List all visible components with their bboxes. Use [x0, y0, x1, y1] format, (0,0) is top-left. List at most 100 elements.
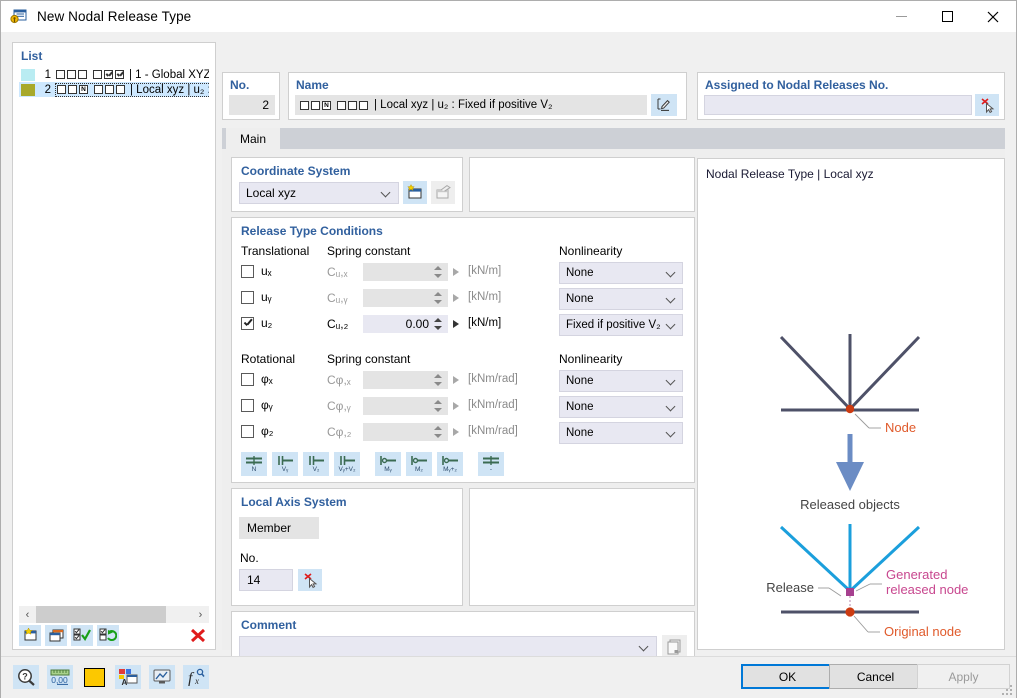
ok-button[interactable]: OK [741, 664, 834, 689]
apply-arrow-phix-icon[interactable] [453, 376, 459, 384]
resize-grip[interactable] [1002, 685, 1012, 695]
cancel-button[interactable]: Cancel [829, 664, 922, 689]
pick-in-model-button[interactable] [975, 94, 999, 116]
color-swatch [83, 667, 105, 687]
scroll-left-icon[interactable]: ‹ [19, 606, 36, 623]
list-item[interactable]: 1 | 1 - Global XYZ [19, 67, 209, 82]
select-all-button[interactable] [71, 624, 93, 646]
new-coordinate-system-button[interactable] [403, 181, 427, 204]
spinner-phiy[interactable] [431, 398, 445, 414]
pick-member-button[interactable] [298, 569, 322, 591]
unit-phiy: [kNm/rad] [468, 399, 518, 411]
spinner-ux[interactable] [431, 264, 445, 280]
generated-released-node-label-line1: Generated [886, 567, 947, 582]
edit-coordinate-system-button[interactable] [431, 181, 455, 204]
assigned-input[interactable] [704, 95, 972, 115]
spinner-phix[interactable] [431, 372, 445, 388]
apply-arrow-uz-icon[interactable] [453, 320, 459, 328]
checkbox-uy[interactable] [241, 291, 254, 304]
checkbox-phix[interactable] [241, 373, 254, 386]
preset-vz-label: V₂ [312, 466, 320, 473]
help-button[interactable]: ? [13, 665, 39, 689]
preset-vyvz-button[interactable]: Vᵧ+V₂ [334, 452, 360, 476]
spinner-phiz[interactable] [431, 424, 445, 440]
title-bar: New Nodal Release Type [1, 1, 1016, 32]
apply-arrow-phiz-icon[interactable] [453, 428, 459, 436]
scrollbar-track[interactable] [166, 606, 192, 623]
apply-arrow-phiy-icon[interactable] [453, 402, 459, 410]
nonlinearity-select-uz[interactable]: Fixed if positive V₂ [559, 314, 683, 336]
preset-mz-button[interactable]: M₂ [406, 452, 432, 476]
maximize-button[interactable] [924, 1, 970, 32]
nonlinearity-select-uy[interactable]: None [559, 288, 683, 310]
preset-vy-button[interactable]: Vᵧ [272, 452, 298, 476]
state-box-icon [348, 100, 357, 110]
new-item-button[interactable] [19, 624, 41, 646]
state-box-icon [337, 100, 346, 110]
scrollbar-thumb[interactable] [36, 606, 166, 623]
edit-name-button[interactable] [651, 94, 677, 116]
preset-n-button[interactable]: N [241, 452, 267, 476]
display-properties-button[interactable]: A [115, 665, 141, 689]
state-box-icon [105, 85, 114, 94]
units-button[interactable]: 0,00 [47, 665, 73, 689]
chevron-down-icon [667, 376, 676, 385]
svg-text:f: f [188, 670, 195, 686]
coordinate-system-select[interactable]: Local xyz [239, 182, 399, 204]
comment-input[interactable] [239, 636, 657, 657]
coordinate-system-value: Local xyz [246, 186, 297, 200]
formula-button[interactable]: f x [183, 665, 209, 689]
apply-button: Apply [917, 664, 1010, 689]
nonlinearity-header: Nonlinearity [559, 244, 623, 258]
chevron-down-icon [667, 428, 676, 437]
scroll-right-icon[interactable]: › [192, 606, 209, 623]
spring-input-uz[interactable]: 0.00 [363, 315, 448, 333]
list-rows: 1 | 1 - Global XYZ 2 N | Local xyz | u₂ [19, 67, 209, 603]
close-button[interactable] [970, 1, 1016, 32]
state-box-icon [311, 100, 320, 110]
label-uz: u₂ [261, 316, 273, 330]
apply-arrow-uy-icon[interactable] [453, 294, 459, 302]
nonlinearity-select-phiy[interactable]: None [559, 396, 683, 418]
release-type-conditions-group: Release Type Conditions Translational Sp… [231, 217, 695, 483]
comment-list-button[interactable] [662, 635, 687, 658]
preset-my-button[interactable]: Mᵧ [375, 452, 401, 476]
nonlinearity-value-phix: None [566, 375, 594, 387]
checkbox-phiy[interactable] [241, 399, 254, 412]
state-box-checked-icon [104, 70, 113, 79]
state-box-icon [67, 70, 76, 79]
nonlinearity-select-phiz[interactable]: None [559, 422, 683, 444]
preset-my-label: Mᵧ [384, 466, 392, 473]
color-button[interactable] [81, 665, 107, 689]
invert-selection-button[interactable] [97, 624, 119, 646]
spring-input-phiy[interactable] [363, 397, 448, 415]
preset-mymz-button[interactable]: Mᵧ+₂ [437, 452, 463, 476]
checkbox-uz[interactable] [241, 317, 254, 330]
spring-input-phiz[interactable] [363, 423, 448, 441]
copy-item-button[interactable] [45, 624, 67, 646]
list-toolbar [19, 624, 209, 646]
preset-vy-label: Vᵧ [281, 466, 289, 473]
delete-item-button[interactable] [187, 625, 209, 646]
local-axis-no-input[interactable]: 14 [239, 569, 293, 591]
visibility-button[interactable] [149, 665, 175, 689]
original-structure-sketch [779, 334, 921, 429]
checkbox-ux[interactable] [241, 265, 254, 278]
tab-main[interactable]: Main [226, 128, 281, 149]
list-horizontal-scrollbar[interactable]: ‹ › [19, 606, 209, 623]
spinner-uz[interactable] [431, 316, 445, 332]
nonlinearity-select-phix[interactable]: None [559, 370, 683, 392]
spring-input-ux[interactable] [363, 263, 448, 281]
release-conditions-caption: Release Type Conditions [241, 224, 383, 238]
preset-vz-button[interactable]: V₂ [303, 452, 329, 476]
spinner-uy[interactable] [431, 290, 445, 306]
apply-arrow-ux-icon[interactable] [453, 268, 459, 276]
list-item-color [21, 83, 35, 96]
preset-none-button[interactable]: - [478, 452, 504, 476]
nonlinearity-select-ux[interactable]: None [559, 262, 683, 284]
spring-input-phix[interactable] [363, 371, 448, 389]
list-item[interactable]: 2 N | Local xyz | u₂ : Fix [19, 82, 209, 97]
checkbox-phiz[interactable] [241, 425, 254, 438]
spring-input-uy[interactable] [363, 289, 448, 307]
minimize-button[interactable] [878, 1, 924, 32]
